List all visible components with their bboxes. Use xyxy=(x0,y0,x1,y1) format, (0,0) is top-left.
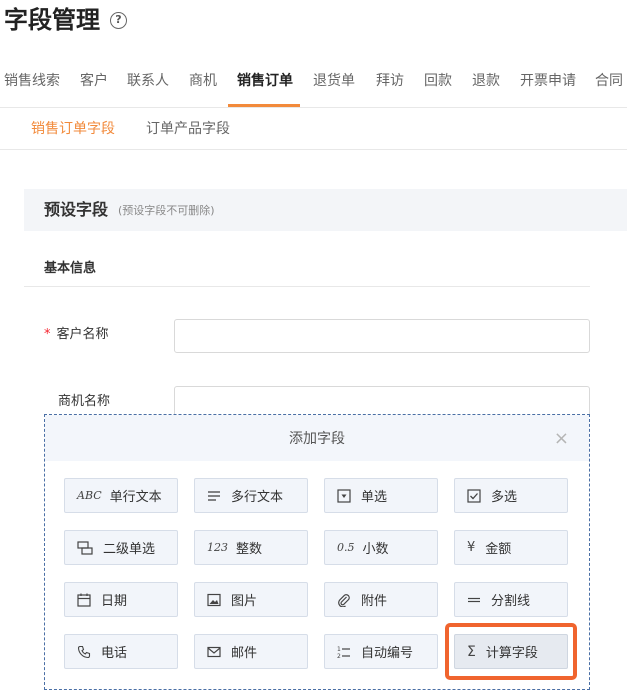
add-multi-select-button[interactable]: 多选 xyxy=(454,478,568,513)
required-mark: * xyxy=(44,327,51,342)
tab-opportunity[interactable]: 商机 xyxy=(189,60,217,108)
add-date-button[interactable]: 日期 xyxy=(64,582,178,617)
phone-icon xyxy=(77,645,91,659)
button-label: 多行文本 xyxy=(231,490,284,505)
add-multi-line-text-button[interactable]: 多行文本 xyxy=(194,478,308,513)
tab-refund[interactable]: 退款 xyxy=(472,60,500,108)
button-label: 日期 xyxy=(101,594,128,609)
tab-customer[interactable]: 客户 xyxy=(80,60,108,108)
paperclip-icon xyxy=(337,593,351,607)
button-label: 分割线 xyxy=(491,594,531,609)
tab-contract[interactable]: 合同 xyxy=(595,60,623,108)
numbered-list-icon: 12 xyxy=(337,645,351,659)
field-label-opportunity-name: 商机名称 xyxy=(58,394,111,409)
add-field-title: 添加字段 xyxy=(289,431,345,447)
tab-invoice-request[interactable]: 开票申请 xyxy=(520,60,576,108)
section-title: 预设字段 xyxy=(44,200,109,219)
abc-text-icon: ABC xyxy=(77,489,102,502)
add-amount-button[interactable]: ¥ 金额 xyxy=(454,530,568,565)
calendar-icon xyxy=(77,593,91,607)
tab-sales-leads[interactable]: 销售线索 xyxy=(4,60,60,108)
module-tabs: 销售线索 客户 联系人 商机 销售订单 退货单 拜访 回款 退款 开票申请 合同 xyxy=(0,60,627,108)
tab-contact[interactable]: 联系人 xyxy=(127,60,169,108)
dropdown-icon xyxy=(337,488,351,503)
group-divider xyxy=(24,286,590,287)
button-label: 小数 xyxy=(362,542,389,557)
button-label: 金额 xyxy=(485,542,512,557)
divider-icon xyxy=(467,593,481,607)
multiline-icon xyxy=(207,490,221,502)
subtab-sales-order-fields[interactable]: 销售订单字段 xyxy=(31,108,115,150)
add-integer-button[interactable]: 123 整数 xyxy=(194,530,308,565)
button-label: 自动编号 xyxy=(361,646,414,661)
field-label-text: 客户名称 xyxy=(56,327,109,342)
add-attachment-button[interactable]: 附件 xyxy=(324,582,438,617)
add-image-button[interactable]: 图片 xyxy=(194,582,308,617)
button-label: 多选 xyxy=(491,490,518,505)
decimal-icon: 0.5 xyxy=(337,541,355,554)
close-icon[interactable]: × xyxy=(554,415,569,463)
checkbox-icon xyxy=(467,488,481,503)
add-field-header: 添加字段 × xyxy=(45,415,589,461)
subtab-order-product-fields[interactable]: 订单产品字段 xyxy=(146,108,230,150)
field-label-customer-name: * 客户名称 xyxy=(44,325,109,345)
image-icon xyxy=(207,593,221,607)
button-label: 邮件 xyxy=(231,646,258,661)
button-label: 单选 xyxy=(361,490,388,505)
help-icon[interactable]: ? xyxy=(110,12,127,29)
section-note: (预设字段不可删除) xyxy=(118,204,215,217)
mail-icon xyxy=(207,646,221,658)
add-single-select-button[interactable]: 单选 xyxy=(324,478,438,513)
group-title: 基本信息 xyxy=(44,261,97,276)
button-label: 附件 xyxy=(361,594,388,609)
tab-sales-order[interactable]: 销售订单 xyxy=(237,60,293,108)
integer-icon: 123 xyxy=(207,541,228,554)
sub-tabs: 销售订单字段 订单产品字段 xyxy=(0,108,627,150)
tab-return-order[interactable]: 退货单 xyxy=(313,60,355,108)
button-label: 二级单选 xyxy=(103,542,156,557)
button-label: 单行文本 xyxy=(109,490,162,505)
add-divider-button[interactable]: 分割线 xyxy=(454,582,568,617)
button-label: 整数 xyxy=(236,542,263,557)
add-cascade-select-button[interactable]: 二级单选 xyxy=(64,530,178,565)
page-title: 字段管理 xyxy=(4,6,100,34)
add-decimal-button[interactable]: 0.5 小数 xyxy=(324,530,438,565)
add-single-line-text-button[interactable]: ABC 单行文本 xyxy=(64,478,178,513)
active-tab-indicator xyxy=(228,104,300,107)
tab-payment[interactable]: 回款 xyxy=(424,60,452,108)
svg-text:2: 2 xyxy=(337,653,341,659)
button-label: 图片 xyxy=(231,594,258,609)
preset-fields-header: 预设字段 (预设字段不可删除) xyxy=(24,189,627,231)
customer-name-input[interactable] xyxy=(174,319,590,353)
add-phone-button[interactable]: 电话 xyxy=(64,634,178,669)
tab-visit[interactable]: 拜访 xyxy=(376,60,404,108)
add-email-button[interactable]: 邮件 xyxy=(194,634,308,669)
svg-text:1: 1 xyxy=(337,646,341,653)
add-auto-number-button[interactable]: 12 自动编号 xyxy=(324,634,438,669)
selection-highlight-box xyxy=(445,623,577,680)
button-label: 电话 xyxy=(101,646,128,661)
cascade-select-icon xyxy=(77,540,93,555)
yen-icon: ¥ xyxy=(467,540,476,555)
